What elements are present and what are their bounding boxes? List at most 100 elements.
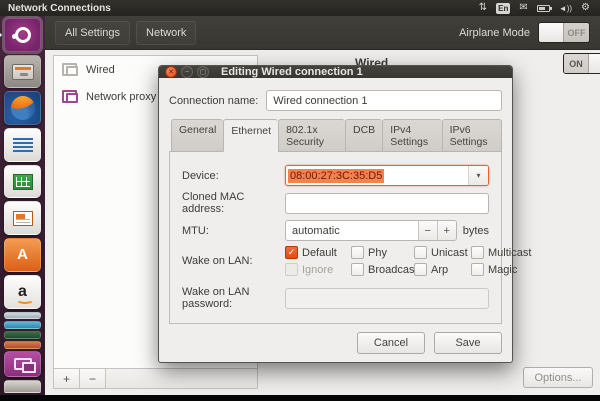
amazon-icon[interactable]: a: [4, 275, 41, 309]
dialog-buttons: Cancel Save: [169, 324, 502, 354]
unchecked-checkbox-icon[interactable]: [471, 246, 484, 259]
ubuntu-dash-icon[interactable]: [4, 18, 41, 52]
tab-ipv6-settings[interactable]: IPv6 Settings: [442, 119, 502, 152]
system-tray: ⇅ En ✉ ◄)) ⚙: [479, 3, 590, 14]
airplane-mode-switch[interactable]: OFF: [538, 22, 590, 43]
mtu-spinbutton[interactable]: automatic − +: [285, 220, 457, 241]
checkbox-magic[interactable]: Magic: [471, 263, 531, 276]
unity-launcher: A a: [0, 16, 45, 395]
top-panel: Network Connections ⇅ En ✉ ◄)) ⚙: [0, 0, 600, 16]
tab-dcb[interactable]: DCB: [345, 119, 382, 152]
unchecked-checkbox-icon[interactable]: [351, 263, 364, 276]
checkbox-arp[interactable]: Arp: [414, 263, 471, 276]
mtu-row: MTU: automatic − + bytes: [182, 220, 489, 241]
device-row: Device: 08:00:27:3C:35:D5 ▾: [182, 165, 489, 186]
ubuntu-logo-icon: [15, 27, 31, 43]
collapsed-launcher-icon[interactable]: [4, 341, 41, 349]
chevron-down-icon[interactable]: ▾: [468, 166, 488, 185]
unchecked-checkbox-icon[interactable]: [414, 263, 427, 276]
software-center-icon[interactable]: A: [4, 238, 41, 272]
mtu-unit-label: bytes: [463, 225, 489, 237]
tab-general[interactable]: General: [171, 119, 223, 152]
options-button[interactable]: Options...: [523, 367, 593, 388]
settings-headerbar: All Settings Network Airplane Mode OFF: [45, 16, 600, 50]
dialog-title: Editing Wired connection 1: [221, 66, 363, 78]
cloned-mac-label: Cloned MAC address:: [182, 191, 285, 215]
mtu-increment-button[interactable]: +: [437, 221, 456, 240]
files-icon[interactable]: [4, 55, 41, 89]
add-connection-button[interactable]: +: [54, 369, 80, 388]
session-gear-icon[interactable]: ⚙: [581, 3, 590, 13]
sidebar-item-label: Network proxy: [86, 91, 156, 103]
libreoffice-calc-icon[interactable]: [4, 165, 41, 199]
ethernet-tab-panel: Device: 08:00:27:3C:35:D5 ▾ Cloned MAC a…: [169, 151, 502, 324]
unchecked-checkbox-icon[interactable]: [351, 246, 364, 259]
device-value: 08:00:27:3C:35:D5: [288, 169, 384, 183]
collapsed-launcher-icon[interactable]: [4, 312, 41, 320]
checkbox-multicast[interactable]: Multicast: [471, 246, 531, 259]
tab-ipv4-settings[interactable]: IPv4 Settings: [382, 119, 441, 152]
switch-state-label: OFF: [564, 23, 589, 42]
wired-network-icon: [62, 63, 78, 76]
switch-state-label: ON: [564, 54, 589, 73]
connection-name-label: Connection name:: [169, 95, 258, 107]
device-combobox[interactable]: 08:00:27:3C:35:D5 ▾: [285, 165, 489, 186]
collapsed-launcher-icon[interactable]: [4, 331, 41, 339]
mtu-decrement-button[interactable]: −: [418, 221, 437, 240]
mail-icon[interactable]: ✉: [519, 3, 527, 13]
airplane-mode-label: Airplane Mode: [459, 27, 530, 39]
firefox-icon[interactable]: [4, 91, 41, 125]
unchecked-checkbox-icon[interactable]: [471, 263, 484, 276]
wol-password-row: Wake on LAN password:: [182, 286, 489, 310]
checked-checkbox-icon[interactable]: ✓: [285, 246, 298, 259]
battery-icon[interactable]: [537, 5, 550, 12]
wake-on-lan-label: Wake on LAN:: [182, 255, 285, 267]
remove-connection-button[interactable]: −: [80, 369, 106, 388]
keyboard-layout-indicator[interactable]: En: [496, 3, 510, 14]
trash-icon[interactable]: [4, 380, 41, 393]
connection-name-row: Connection name:: [169, 90, 502, 111]
volume-icon[interactable]: ◄)): [559, 4, 572, 13]
dialog-tabs: General Ethernet 802.1x Security DCB IPv…: [169, 119, 502, 152]
cloned-mac-row: Cloned MAC address:: [182, 191, 489, 215]
libreoffice-writer-icon[interactable]: [4, 128, 41, 162]
workspace-switcher-icon[interactable]: [4, 351, 41, 377]
cloned-mac-input[interactable]: [285, 193, 489, 214]
network-breadcrumb-button[interactable]: Network: [136, 21, 196, 45]
all-settings-button[interactable]: All Settings: [55, 21, 130, 45]
minimize-icon[interactable]: −: [181, 66, 193, 78]
desktop: Network Connections ⇅ En ✉ ◄)) ⚙ A a All…: [0, 0, 600, 401]
network-indicator-icon[interactable]: ⇅: [479, 3, 487, 13]
edit-connection-dialog: ✕ − ▢ Editing Wired connection 1 Connect…: [158, 65, 513, 363]
dialog-titlebar[interactable]: ✕ − ▢ Editing Wired connection 1: [159, 66, 512, 78]
save-button[interactable]: Save: [434, 332, 502, 354]
sidebar-toolbar: + −: [53, 369, 258, 389]
collapsed-launcher-icon[interactable]: [4, 321, 41, 329]
mtu-value: automatic: [286, 225, 418, 237]
checkbox-default[interactable]: ✓Default: [285, 246, 351, 259]
cancel-button[interactable]: Cancel: [357, 332, 425, 354]
checkbox-phy[interactable]: Phy: [351, 246, 414, 259]
checkbox-unicast[interactable]: Unicast: [414, 246, 471, 259]
wol-password-label: Wake on LAN password:: [182, 286, 285, 310]
wake-on-lan-options: ✓Default Phy Unicast Multicast Ignore Br…: [285, 246, 531, 276]
sidebar-item-label: Wired: [86, 64, 115, 76]
libreoffice-impress-icon[interactable]: [4, 201, 41, 235]
close-icon[interactable]: ✕: [165, 66, 177, 78]
tab-ethernet[interactable]: Ethernet: [223, 119, 278, 152]
mtu-label: MTU:: [182, 225, 285, 237]
switch-knob: [539, 23, 564, 42]
maximize-icon[interactable]: ▢: [197, 66, 209, 78]
connection-name-input[interactable]: [266, 90, 502, 111]
wake-on-lan-row: Wake on LAN: ✓Default Phy Unicast Multic…: [182, 246, 489, 276]
checkbox-ignore: Ignore: [285, 263, 351, 276]
dialog-body: Connection name: General Ethernet 802.1x…: [159, 78, 512, 362]
checkbox-broadcast[interactable]: Broadcast: [351, 263, 414, 276]
tab-8021x-security[interactable]: 802.1x Security: [278, 119, 345, 152]
switch-knob: [589, 54, 600, 73]
unchecked-checkbox-icon[interactable]: [414, 246, 427, 259]
device-label: Device:: [182, 170, 285, 182]
wol-password-input: [285, 288, 489, 309]
wired-on-switch[interactable]: ON: [563, 53, 600, 74]
airplane-mode-control: Airplane Mode OFF: [459, 22, 590, 43]
